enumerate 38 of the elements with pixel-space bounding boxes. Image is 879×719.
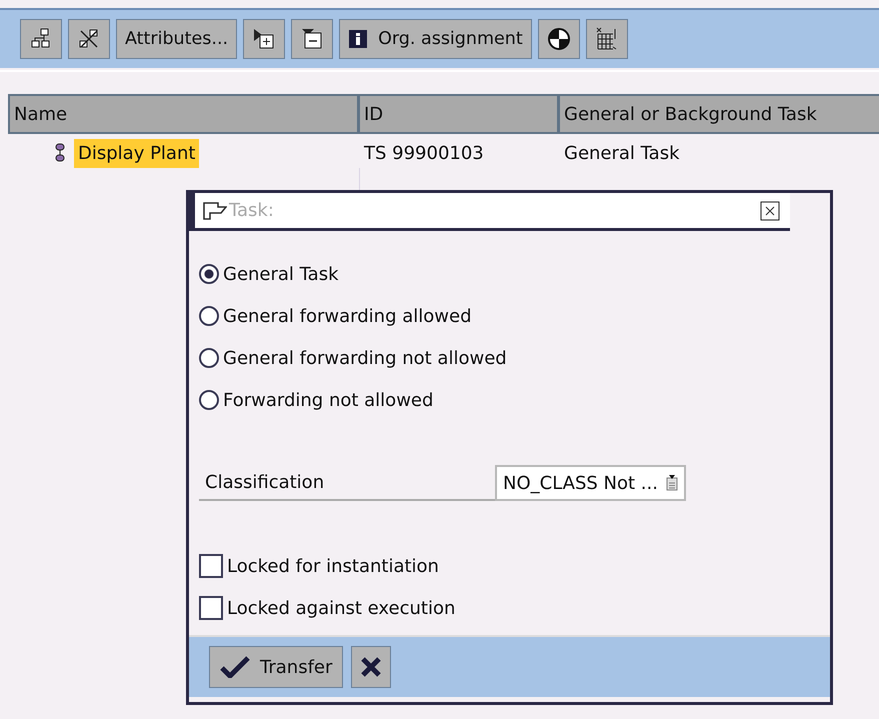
column-header[interactable]: Name [10, 96, 360, 132]
task-icon [54, 143, 66, 163]
cross-icon [360, 656, 382, 678]
table-cell-text: General Task [563, 142, 681, 164]
radio-label: Forwarding not allowed [223, 390, 434, 410]
dialog-icon [203, 202, 227, 220]
checkbox[interactable] [199, 596, 223, 620]
dropdown-icon [666, 475, 678, 491]
radio-label: General Task [223, 264, 339, 284]
pie-icon [546, 27, 571, 51]
table-cell-text: TS 99900103 [363, 142, 485, 164]
tree-item[interactable]: Display Plant [74, 138, 200, 168]
radio-button[interactable] [199, 306, 219, 326]
cancel-button[interactable] [351, 646, 392, 688]
radio-label: General forwarding allowed [223, 306, 472, 326]
checkbox-label: Locked against execution [227, 598, 456, 618]
cut-tool-button[interactable] [68, 19, 110, 59]
classification-dropdown[interactable]: NO_CLASS Not ... [495, 465, 686, 501]
checkbox-label: Locked for instantiation [227, 556, 439, 576]
info-icon [348, 29, 368, 49]
radio-button[interactable] [199, 348, 219, 368]
radio-button[interactable] [199, 390, 219, 410]
grid-icon [594, 27, 619, 51]
transfer-button[interactable]: Transfer [209, 646, 344, 688]
column-header[interactable]: General or Background Task [560, 96, 879, 132]
expand-icon [252, 27, 276, 51]
field-label: Classification [199, 472, 495, 501]
toolbar-button[interactable]: Attributes... [116, 19, 238, 59]
hierarchy-tool-button[interactable] [20, 19, 62, 59]
radio-button[interactable] [199, 264, 219, 284]
dialog-title: Task: [229, 200, 274, 221]
column-header[interactable]: ID [360, 96, 560, 132]
collapse-icon [300, 27, 324, 51]
checkbox[interactable] [199, 554, 223, 578]
close-icon[interactable] [760, 200, 780, 220]
checkmark-icon [220, 656, 250, 678]
radio-label: General forwarding not allowed [223, 348, 507, 368]
toolbar-button[interactable]: Org. assignment [339, 19, 532, 59]
